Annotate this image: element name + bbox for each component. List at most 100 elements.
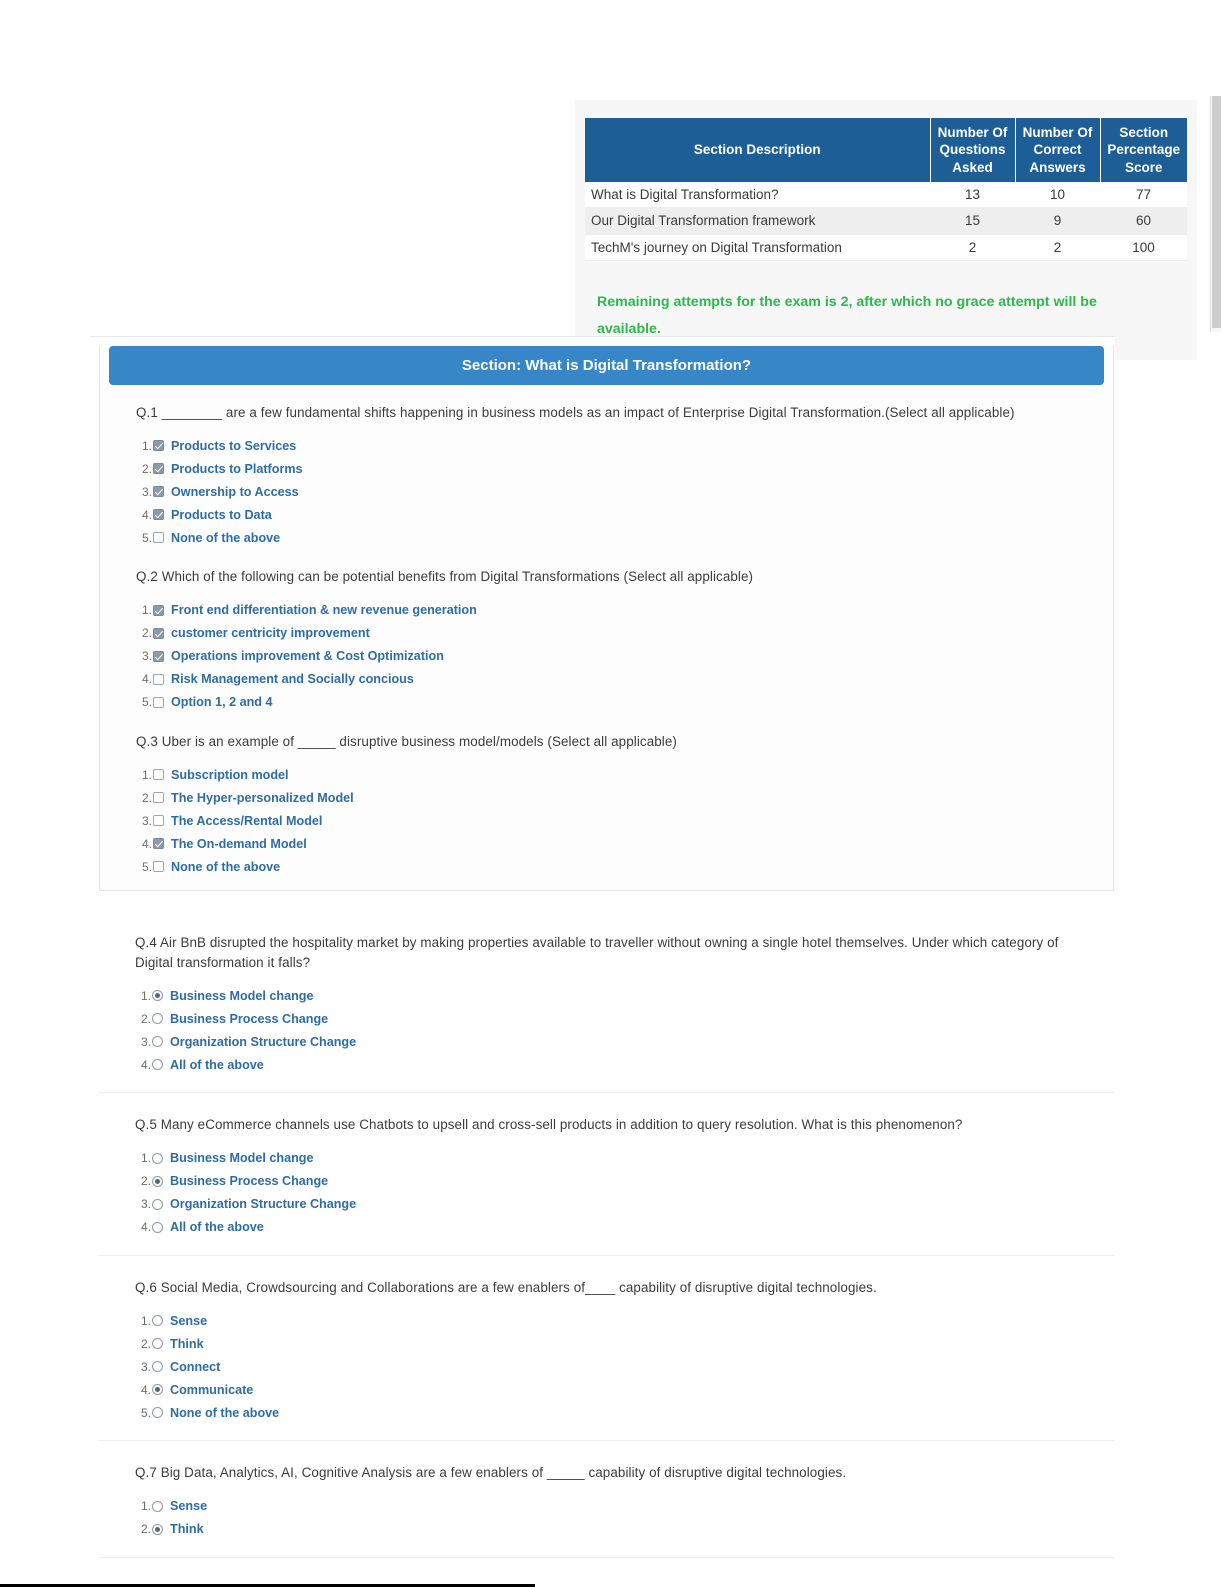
option-row[interactable]: 4. All of the above <box>135 1216 1114 1239</box>
option-row[interactable]: 1. Products to Services <box>136 434 1113 457</box>
radio-selected-icon[interactable] <box>152 1523 163 1535</box>
option-label: None of the above <box>171 530 281 545</box>
summary-scrollbar[interactable] <box>1210 96 1221 332</box>
option-row[interactable]: 2. Products to Platforms <box>136 457 1113 480</box>
option-row[interactable]: 1. Sense <box>135 1309 1114 1332</box>
option-row[interactable]: 4. Risk Management and Socially concious <box>136 668 1113 691</box>
checkbox-checked-icon[interactable] <box>153 509 164 521</box>
radio-unselected-icon[interactable] <box>152 1036 163 1048</box>
radio-unselected-icon[interactable] <box>152 1013 163 1025</box>
option-label: customer centricity improvement <box>171 626 370 641</box>
question-text: Q.6 Social Media, Crowdsourcing and Coll… <box>135 1279 877 1295</box>
question-text: Q.5 Many eCommerce channels use Chatbots… <box>135 1117 963 1133</box>
option-row[interactable]: 1. Subscription model <box>136 763 1113 786</box>
column-header-correct-answers: Number Of Correct Answers <box>1015 118 1101 182</box>
option-row[interactable]: 1. Front end differentiation & new revenu… <box>136 599 1113 622</box>
table-row: TechM's journey on Digital Transformatio… <box>585 234 1187 262</box>
cell-percentage-score: 60 <box>1100 207 1187 235</box>
option-number: 4. <box>140 1220 151 1235</box>
option-label: Products to Services <box>171 438 297 453</box>
option-number: 2. <box>140 1011 151 1026</box>
checkbox-unchecked-icon[interactable] <box>153 696 164 708</box>
option-row[interactable]: 2. The Hyper-personalized Model <box>136 786 1113 809</box>
checkbox-unchecked-icon[interactable] <box>153 792 164 804</box>
option-row[interactable]: 4. The On-demand Model <box>136 832 1113 855</box>
option-label: None of the above <box>171 859 281 874</box>
header-line-2: Percentage <box>1107 142 1181 158</box>
option-number: 4. <box>141 672 152 687</box>
plain-question-list: Q.4 Air BnB disrupted the hospitality ma… <box>90 911 1115 1558</box>
option-row[interactable]: 3. Operations improvement & Cost Optimiza… <box>136 645 1113 668</box>
column-header-questions-asked: Number Of Questions Asked <box>930 118 1016 182</box>
option-row[interactable]: 2. Business Process Change <box>135 1170 1114 1193</box>
option-label: Business Process Change <box>170 1174 329 1189</box>
checkbox-checked-icon[interactable] <box>153 838 164 850</box>
header-line-2: Correct <box>1033 142 1082 158</box>
option-label: Sense <box>170 1499 208 1513</box>
option-row[interactable]: 5. None of the above <box>135 1401 1114 1424</box>
table-header: Section Description Number Of Questions … <box>585 118 1187 182</box>
checkbox-checked-icon[interactable] <box>153 627 164 639</box>
header-line-1: Number Of <box>1022 125 1093 140</box>
radio-unselected-icon[interactable] <box>152 1361 163 1373</box>
option-number: 2. <box>140 1336 151 1351</box>
option-row[interactable]: 1. Business Model change <box>135 984 1114 1007</box>
option-row[interactable]: 5. None of the above <box>136 855 1113 878</box>
option-label: None of the above <box>170 1405 280 1420</box>
radio-unselected-icon[interactable] <box>152 1315 163 1327</box>
option-row[interactable]: 5. Option 1, 2 and 4 <box>136 691 1113 714</box>
checkbox-checked-icon[interactable] <box>153 650 164 662</box>
option-number: 3. <box>141 813 152 828</box>
checkbox-unchecked-icon[interactable] <box>153 532 164 544</box>
option-number: 1. <box>140 1313 151 1328</box>
table-body: What is Digital Transformation? 13 10 77 Our… <box>585 181 1187 262</box>
option-row[interactable]: 5. None of the above <box>136 526 1113 549</box>
radio-unselected-icon[interactable] <box>152 1059 163 1071</box>
checkbox-unchecked-icon[interactable] <box>153 673 164 685</box>
option-row[interactable]: 3. Ownership to Access <box>136 480 1113 503</box>
option-label: Option 1, 2 and 4 <box>171 695 273 710</box>
option-list: 1. Sense 2. Think <box>99 1483 1114 1541</box>
option-row[interactable]: 3. Connect <box>135 1355 1114 1378</box>
option-number: 3. <box>141 649 152 664</box>
radio-unselected-icon[interactable] <box>152 1338 163 1350</box>
option-number: 5. <box>140 1405 151 1420</box>
header-line-1: Number Of <box>937 125 1008 140</box>
option-row[interactable]: 4. Communicate <box>135 1378 1114 1401</box>
radio-unselected-icon[interactable] <box>152 1500 163 1512</box>
option-row[interactable]: 3. Organization Structure Change <box>135 1030 1114 1053</box>
cell-section-description: What is Digital Transformation? <box>585 181 930 209</box>
checkbox-checked-icon[interactable] <box>153 463 164 475</box>
checkbox-checked-icon[interactable] <box>153 604 164 616</box>
checkbox-checked-icon[interactable] <box>153 486 164 498</box>
scrollbar-thumb[interactable] <box>1212 96 1221 328</box>
question-q2: Q.2 Which of the following can be potent… <box>100 549 1113 713</box>
exam-questions-container: Section: What is Digital Transformation?… <box>90 336 1115 1558</box>
radio-unselected-icon[interactable] <box>152 1198 163 1210</box>
radio-selected-icon[interactable] <box>152 1384 163 1396</box>
radio-unselected-icon[interactable] <box>152 1221 163 1233</box>
option-label: Sense <box>170 1313 208 1328</box>
option-label: Risk Management and Socially concious <box>171 672 414 687</box>
option-row[interactable]: 4. Products to Data <box>136 503 1113 526</box>
radio-selected-icon[interactable] <box>152 990 163 1002</box>
option-row[interactable]: 2. Think <box>135 1332 1114 1355</box>
option-row[interactable]: 1. Sense <box>135 1495 1114 1518</box>
radio-unselected-icon[interactable] <box>152 1152 163 1164</box>
checkbox-checked-icon[interactable] <box>153 440 164 452</box>
option-row[interactable]: 3. Organization Structure Change <box>135 1193 1114 1216</box>
option-row[interactable]: 2. Think <box>135 1518 1114 1541</box>
checkbox-unchecked-icon[interactable] <box>153 815 164 827</box>
option-row[interactable]: 3. The Access/Rental Model <box>136 809 1113 832</box>
radio-selected-icon[interactable] <box>152 1175 163 1187</box>
checkbox-unchecked-icon[interactable] <box>153 861 164 873</box>
option-row[interactable]: 2. customer centricity improvement <box>136 622 1113 645</box>
option-number: 2. <box>141 790 152 805</box>
option-row[interactable]: 2. Business Process Change <box>135 1007 1114 1030</box>
option-row[interactable]: 1. Business Model change <box>135 1147 1114 1170</box>
question-q7: Q.7 Big Data, Analytics, AI, Cognitive A… <box>99 1441 1114 1540</box>
option-row[interactable]: 4. All of the above <box>135 1053 1114 1076</box>
radio-unselected-icon[interactable] <box>152 1407 163 1419</box>
checkbox-unchecked-icon[interactable] <box>153 769 164 781</box>
option-label: Organization Structure Change <box>170 1197 357 1212</box>
